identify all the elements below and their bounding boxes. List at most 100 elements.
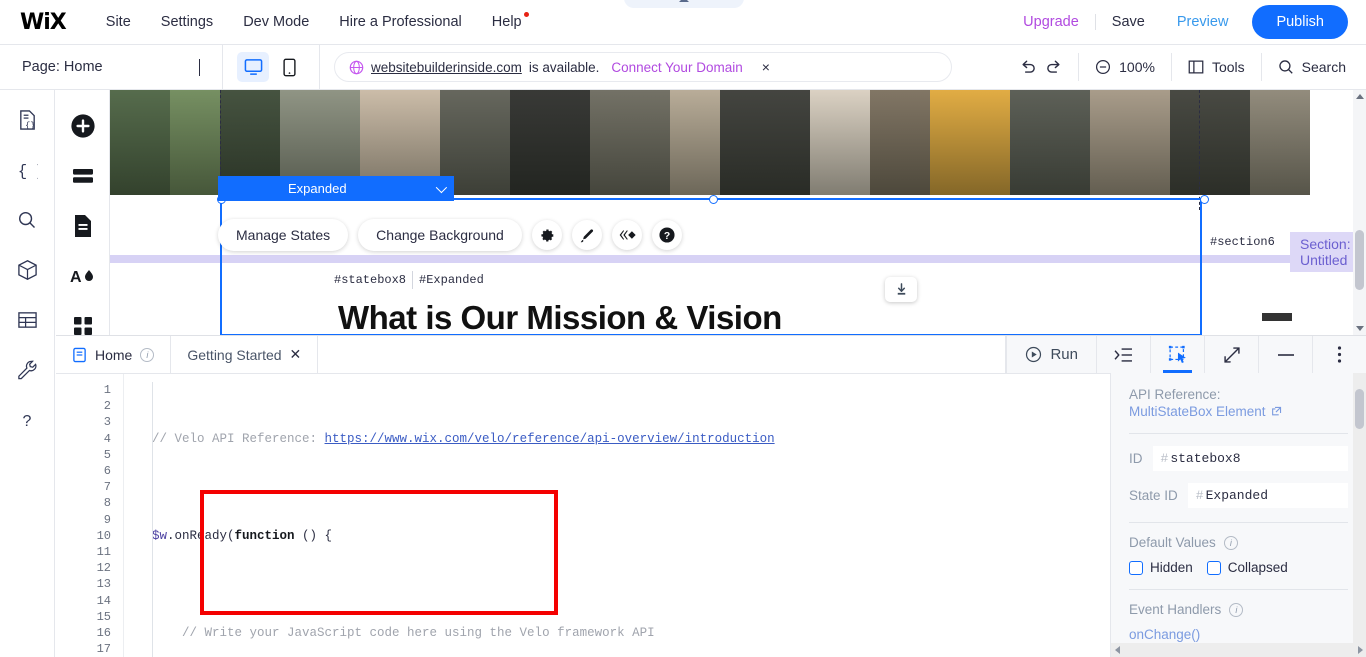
state-id-input[interactable]: #Expanded	[1188, 483, 1348, 508]
collapse-vector-image[interactable]	[1262, 313, 1292, 321]
tools-button[interactable]: Tools	[1172, 53, 1262, 81]
nav-item-hire-a-professional[interactable]: Hire a Professional	[339, 14, 462, 30]
id-input[interactable]: #statebox8	[1153, 446, 1349, 471]
properties-horizontal-scrollbar[interactable]	[1111, 643, 1366, 657]
page-file-icon	[72, 347, 87, 363]
info-icon[interactable]: i	[140, 348, 154, 362]
chevron-up-icon	[679, 0, 689, 2]
more-options-button[interactable]	[1312, 336, 1366, 373]
line-number: 4	[56, 431, 111, 447]
api-reference-link[interactable]: MultiStateBox Element	[1129, 404, 1348, 419]
state-dropdown[interactable]: Expanded	[218, 176, 454, 201]
animation-button[interactable]	[612, 220, 642, 250]
nav-label: Dev Mode	[243, 14, 309, 30]
canvas-scrollbar[interactable]	[1353, 90, 1366, 335]
scroll-down-icon[interactable]	[1356, 326, 1364, 331]
domain-name-link[interactable]: websitebuilderinside.com	[371, 60, 522, 75]
save-button[interactable]: Save	[1095, 14, 1161, 30]
id-field-row: ID #statebox8	[1129, 446, 1348, 471]
expand-panel-button[interactable]	[1204, 336, 1258, 373]
tab-home-label: Home	[95, 347, 132, 363]
event-handler-onchange[interactable]: onChange()	[1129, 627, 1348, 642]
help-question-icon[interactable]: ?	[9, 402, 45, 438]
checkbox-collapsed[interactable]: Collapsed	[1207, 560, 1288, 575]
download-handle-button[interactable]	[885, 277, 917, 302]
connect-domain-link[interactable]: Connect Your Domain	[611, 60, 742, 75]
info-icon[interactable]: i	[1224, 536, 1238, 550]
run-button[interactable]: Run	[1006, 336, 1096, 373]
publish-button[interactable]: Publish	[1252, 5, 1348, 39]
domain-availability-text: is available.	[529, 60, 600, 75]
desktop-view-button[interactable]	[237, 52, 269, 82]
hash-prefix: #	[1161, 451, 1169, 466]
manage-states-button[interactable]: Manage States	[218, 219, 348, 251]
checkbox-box[interactable]	[1207, 561, 1221, 575]
dev-mode-rail: {} { }	[0, 90, 55, 657]
top-bar: WiX Site Settings Dev Mode Hire a Profes…	[0, 0, 1366, 45]
state-id-value: Expanded	[1206, 488, 1268, 503]
tools-wrench-icon[interactable]	[9, 352, 45, 388]
tab-home[interactable]: Home i	[56, 336, 171, 373]
wix-logo[interactable]: WiX	[20, 10, 66, 35]
add-plus-icon[interactable]	[69, 112, 97, 140]
nav-item-dev-mode[interactable]: Dev Mode	[243, 14, 309, 30]
properties-content: API Reference: MultiStateBox Element ID …	[1111, 373, 1366, 642]
scrollbar-thumb[interactable]	[1355, 230, 1364, 290]
design-button[interactable]	[572, 220, 602, 250]
page-code-icon[interactable]: {}	[9, 102, 45, 138]
redo-button[interactable]	[1045, 58, 1062, 76]
packages-icon[interactable]	[9, 252, 45, 288]
checkbox-box[interactable]	[1129, 561, 1143, 575]
resize-handle[interactable]	[709, 195, 718, 204]
velo-api-link[interactable]: https://www.wix.com/velo/reference/api-o…	[325, 432, 775, 446]
undo-button[interactable]	[1020, 58, 1037, 76]
select-element-button[interactable]	[1150, 336, 1204, 373]
tabs-filler	[318, 336, 1006, 373]
theme-icon[interactable]: A	[69, 262, 97, 290]
nav-item-help[interactable]: Help	[492, 14, 522, 30]
close-icon[interactable]: ×	[762, 59, 770, 75]
search-icon[interactable]	[9, 202, 45, 238]
upgrade-link[interactable]: Upgrade	[1007, 14, 1095, 30]
preview-button[interactable]: Preview	[1161, 14, 1245, 30]
minimize-panel-button[interactable]	[1258, 336, 1312, 373]
expand-arrows-icon	[1223, 346, 1241, 364]
page-selector[interactable]: Page: Home	[0, 45, 223, 90]
nav-item-site[interactable]: Site	[106, 14, 131, 30]
editor-toolbar: Page: Home website	[0, 45, 1366, 90]
mobile-view-button[interactable]	[273, 52, 305, 82]
pages-icon[interactable]	[69, 212, 97, 240]
scroll-up-icon[interactable]	[1356, 94, 1364, 99]
line-number-gutter: 1 2 3 4 5 6 7 8 9 10 11 12 13 14 15 16 1…	[56, 374, 124, 657]
close-icon[interactable]: ✕	[290, 346, 302, 363]
database-icon[interactable]	[9, 302, 45, 338]
checkbox-collapsed-label: Collapsed	[1228, 560, 1288, 575]
resize-handle[interactable]	[1200, 195, 1209, 204]
format-code-button[interactable]	[1096, 336, 1150, 373]
properties-scrollbar[interactable]	[1353, 373, 1366, 643]
scroll-left-icon[interactable]	[1115, 646, 1120, 654]
site-canvas[interactable]: #section6 Section: Untitled Manage State…	[110, 90, 1353, 335]
tab-getting-started[interactable]: Getting Started ✕	[171, 336, 318, 373]
scroll-right-icon[interactable]	[1358, 646, 1363, 654]
help-button[interactable]: ?	[652, 220, 682, 250]
nav-item-settings[interactable]: Settings	[161, 14, 213, 30]
line-number: 16	[56, 625, 111, 641]
sections-icon[interactable]	[69, 162, 97, 190]
download-icon	[894, 282, 909, 297]
hash-prefix: #	[1196, 488, 1204, 503]
change-background-button[interactable]: Change Background	[358, 219, 522, 251]
divider	[1129, 522, 1348, 523]
checkbox-hidden[interactable]: Hidden	[1129, 560, 1193, 575]
zoom-control[interactable]: 100%	[1079, 53, 1172, 81]
globe-icon	[349, 60, 364, 75]
search-button[interactable]: Search	[1262, 53, 1366, 81]
info-icon[interactable]: i	[1229, 603, 1243, 617]
guide-line-left	[220, 90, 221, 185]
scrollbar-thumb[interactable]	[1355, 389, 1364, 429]
code-braces-icon[interactable]: { }	[9, 152, 45, 188]
line-number: 10	[56, 528, 111, 544]
divider	[1129, 433, 1348, 434]
collapse-tab-handle[interactable]	[624, 0, 744, 8]
settings-button[interactable]	[532, 220, 562, 250]
